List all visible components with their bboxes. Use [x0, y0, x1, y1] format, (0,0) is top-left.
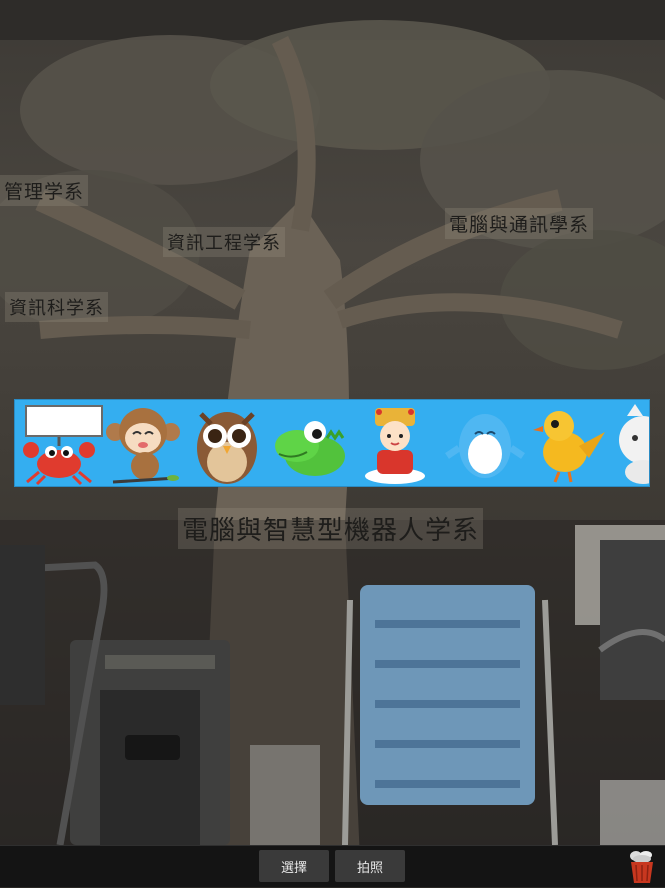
owl-sticker[interactable]	[187, 402, 267, 486]
crocodile-sticker[interactable]	[271, 402, 351, 486]
dolphin-sticker[interactable]	[445, 402, 525, 486]
trash-button[interactable]	[626, 850, 658, 884]
cat-icon	[619, 404, 649, 484]
wall-sign-communication: 電腦與通訊學系	[445, 208, 594, 239]
monkey-sticker[interactable]	[103, 402, 183, 486]
select-button[interactable]: 選擇	[259, 850, 329, 882]
cat-sticker[interactable]	[613, 402, 649, 486]
sticker-strip[interactable]	[14, 399, 650, 487]
trash-icon	[630, 851, 653, 883]
owl-icon	[197, 412, 257, 484]
wall-sign-computer-science: 資訊科学系	[5, 292, 108, 322]
wall-sign-management: 管理学系	[0, 175, 89, 206]
bird-sticker[interactable]	[529, 402, 609, 486]
label-box	[25, 405, 103, 437]
crab-sticker[interactable]	[19, 402, 103, 486]
dolphin-icon	[445, 414, 525, 478]
bird-icon	[533, 411, 605, 483]
wall-sign-computer-engineering: 資訊工程学系	[163, 227, 285, 257]
bottom-toolbar: 選擇 拍照	[0, 845, 665, 887]
crocodile-icon	[275, 421, 345, 476]
wall-sign-robotics: 電腦與智慧型機器人学系	[178, 508, 484, 549]
monkey-icon	[106, 408, 180, 484]
goddess-icon	[365, 408, 425, 484]
capture-button[interactable]: 拍照	[335, 850, 405, 882]
goddess-sticker[interactable]	[355, 402, 435, 486]
